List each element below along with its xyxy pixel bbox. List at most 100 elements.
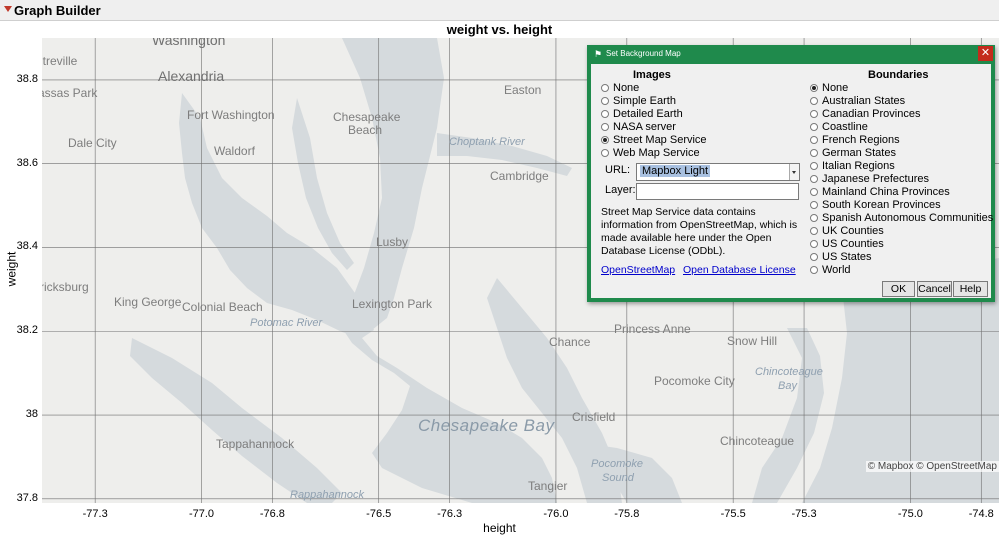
coastal-bay-water (752, 328, 824, 503)
url-select-value: Mapbox Light (640, 165, 711, 177)
radio-button[interactable] (601, 84, 609, 92)
map-place-label: Alexandria (158, 68, 225, 84)
images-heading: Images (633, 69, 671, 81)
dialog-titlebar[interactable]: ⚑ Set Background Map ✕ (587, 45, 995, 63)
boundary-option-label: Spanish Autonomous Communities (822, 212, 994, 224)
y-tick-label: 38.8 (16, 72, 38, 85)
openstreetmap-link[interactable]: OpenStreetMap (601, 264, 675, 276)
radio-button[interactable] (810, 188, 818, 196)
url-select[interactable]: Mapbox Light (636, 163, 800, 181)
map-place-label: Fort Washington (187, 108, 275, 122)
map-place-label: Washington (152, 38, 226, 48)
url-label: URL: (605, 164, 631, 176)
x-tick-label: -74.8 (968, 508, 994, 520)
map-place-label: Chance (549, 335, 591, 349)
map-attribution[interactable]: © Mapbox © OpenStreetMap (865, 461, 999, 472)
x-tick-label: -76.3 (437, 508, 463, 520)
y-axis-title[interactable]: weight (4, 252, 18, 287)
radio-button[interactable] (810, 201, 818, 209)
boundary-option-label: Italian Regions (822, 160, 895, 172)
x-tick-label: -76.5 (366, 508, 392, 520)
radio-button[interactable] (810, 253, 818, 261)
boundary-option-label: None (822, 82, 849, 94)
radio-button[interactable] (810, 175, 818, 183)
radio-button[interactable] (810, 227, 818, 235)
cancel-button[interactable]: Cancel (917, 281, 952, 297)
map-place-label: King George (114, 295, 182, 309)
y-tick-label: 38.6 (16, 156, 38, 169)
map-place-label: Tangier (528, 479, 568, 493)
map-place-label: assas Park (42, 86, 98, 100)
image-option-label: Simple Earth (613, 95, 676, 107)
x-tick-label: -76.0 (543, 508, 569, 520)
x-tick-label: -77.0 (188, 508, 215, 520)
disclosure-triangle-icon[interactable] (4, 6, 12, 12)
image-option-label: Detailed Earth (613, 108, 683, 120)
radio-button[interactable] (810, 97, 818, 105)
radio-button[interactable] (810, 266, 818, 274)
boundaries-heading: Boundaries (868, 69, 929, 81)
ok-button[interactable]: OK (882, 281, 915, 297)
map-place-label: Easton (504, 83, 542, 97)
radio-button[interactable] (810, 240, 818, 248)
map-place-label: Tappahannock (216, 437, 295, 451)
map-place-label: ricksburg (42, 280, 89, 294)
map-place-label: Beach (348, 123, 383, 137)
x-tick-label: -77.3 (82, 508, 108, 520)
radio-button[interactable] (601, 123, 609, 131)
map-place-label: Potomac River (250, 317, 323, 329)
boundary-option-label: World (822, 264, 851, 276)
boundary-option-label: Canadian Provinces (822, 108, 921, 120)
boundary-option-label: Japanese Prefectures (822, 173, 930, 185)
radio-button[interactable] (810, 123, 818, 131)
map-place-label: Chincoteague (755, 366, 823, 378)
map-place-label: Princess Anne (614, 322, 691, 336)
close-icon[interactable]: ✕ (978, 46, 993, 61)
app-icon: ⚑ (594, 49, 603, 59)
boundary-option-label: French Regions (822, 134, 900, 146)
boundary-option-label: German States (822, 147, 896, 159)
x-tick-label: -75.5 (720, 508, 746, 520)
radio-button[interactable] (601, 110, 609, 118)
image-option-label: NASA server (613, 121, 676, 133)
radio-button[interactable] (810, 162, 818, 170)
radio-button[interactable] (601, 149, 609, 157)
help-button[interactable]: Help (953, 281, 988, 297)
map-place-label: Snow Hill (727, 334, 778, 348)
radio-button[interactable] (810, 136, 818, 144)
x-tick-label: -76.8 (259, 508, 285, 520)
map-place-label: Rappahannock (290, 489, 365, 501)
boundary-option-label: Coastline (822, 121, 868, 133)
radio-button[interactable] (601, 97, 609, 105)
radio-button[interactable] (810, 110, 818, 118)
layer-input[interactable] (636, 183, 799, 200)
map-place-label: Sound (602, 472, 634, 484)
graph-builder-title: Graph Builder (14, 3, 101, 18)
y-tick-label: 38 (25, 408, 38, 421)
radio-button[interactable] (810, 214, 818, 222)
image-option-label: Street Map Service (613, 134, 707, 146)
radio-button[interactable] (810, 149, 818, 157)
map-place-label: Bay (778, 380, 797, 392)
radio-button[interactable] (601, 136, 609, 144)
map-place-label: Dale City (68, 136, 117, 150)
map-place-label: Pocomoke City (654, 374, 735, 388)
map-place-label: Lexington Park (352, 297, 433, 311)
boundary-option-label: UK Counties (822, 225, 884, 237)
rappahannock-river-water (130, 338, 342, 503)
x-axis-title[interactable]: height (0, 521, 999, 535)
map-place-label: Chesapeake Bay (418, 416, 555, 435)
chevron-down-icon[interactable] (789, 164, 799, 180)
dialog-body: Images Boundaries None Simple Earth Detail… (591, 64, 994, 298)
boundary-option-label: Australian States (822, 95, 906, 107)
map-place-label: Pocomoke (591, 458, 643, 470)
map-place-label: Cambridge (490, 169, 549, 183)
dialog-title: Set Background Map (606, 49, 681, 58)
image-option-label: Web Map Service (613, 147, 700, 159)
boundary-option-label: US States (822, 251, 872, 263)
layer-label: Layer: (605, 184, 636, 196)
radio-button[interactable] (810, 84, 818, 92)
open-database-license-link[interactable]: Open Database License (683, 264, 796, 276)
x-tick-label: -75.3 (791, 508, 817, 520)
y-tick-label: 37.8 (16, 491, 38, 504)
